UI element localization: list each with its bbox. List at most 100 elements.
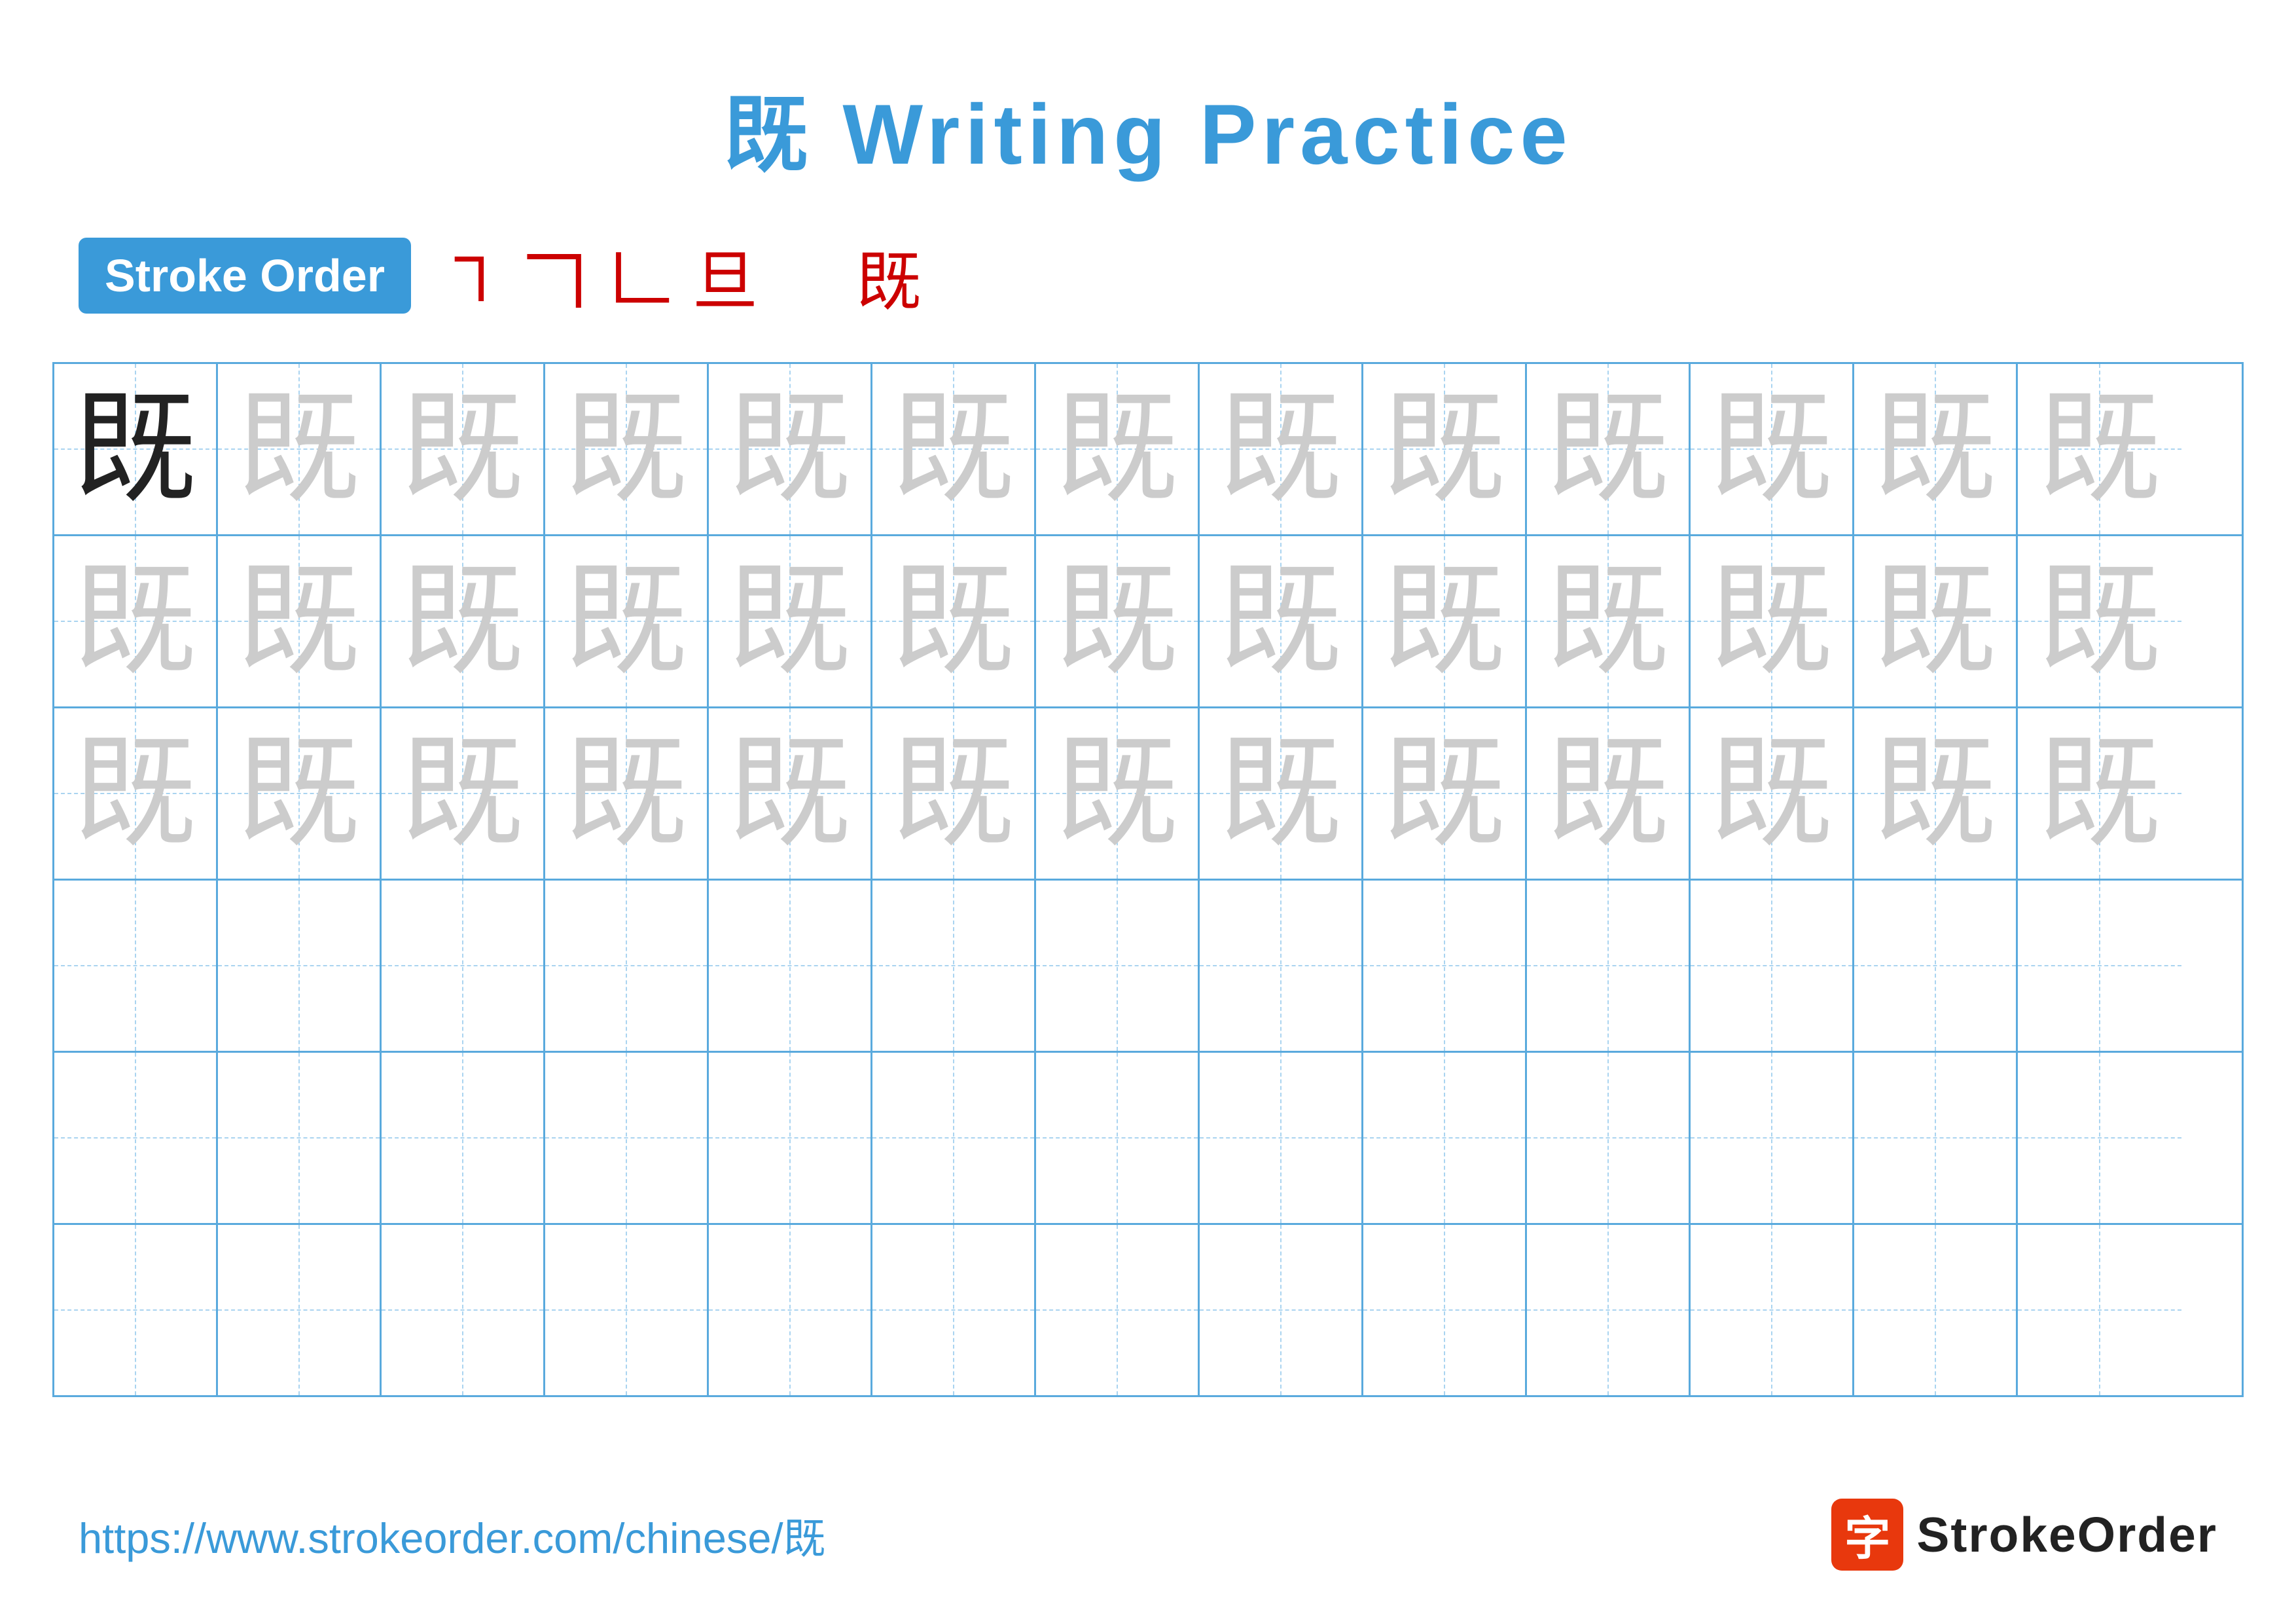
grid-cell-6-1[interactable] <box>54 1225 218 1395</box>
grid-cell-1-12[interactable]: 既 <box>1854 364 2018 534</box>
grid-cell-1-13[interactable]: 既 <box>2018 364 2181 534</box>
grid-cell-1-10[interactable]: 既 <box>1527 364 1691 534</box>
grid-cell-4-11[interactable] <box>1691 881 1854 1051</box>
grid-cell-2-6[interactable]: 既 <box>872 536 1036 706</box>
grid-row-4 <box>54 881 2242 1053</box>
logo-text: StrokeOrder <box>1916 1506 2217 1563</box>
grid-cell-2-9[interactable]: 既 <box>1363 536 1527 706</box>
stroke-4: 旦 <box>692 228 758 323</box>
grid-cell-4-10[interactable] <box>1527 881 1691 1051</box>
grid-cell-1-4[interactable]: 既 <box>545 364 709 534</box>
grid-cell-6-10[interactable] <box>1527 1225 1691 1395</box>
grid-cell-5-5[interactable] <box>709 1053 872 1223</box>
char-dark: 既 <box>73 387 197 511</box>
grid-cell-3-7[interactable]: 既 <box>1036 708 1200 879</box>
footer: https://www.strokeorder.com/chinese/既 字 … <box>79 1499 2217 1571</box>
grid-row-2: 既 既 既 既 既 既 既 既 既 既 既 既 既 <box>54 536 2242 708</box>
logo-icon: 字 <box>1831 1499 1903 1571</box>
grid-cell-5-7[interactable] <box>1036 1053 1200 1223</box>
grid-cell-2-13[interactable]: 既 <box>2018 536 2181 706</box>
grid-cell-6-5[interactable] <box>709 1225 872 1395</box>
grid-cell-1-11[interactable]: 既 <box>1691 364 1854 534</box>
stroke-2: 𠃍 <box>522 228 588 323</box>
grid-cell-1-3[interactable]: 既 <box>382 364 545 534</box>
grid-cell-3-11[interactable]: 既 <box>1691 708 1854 879</box>
grid-cell-3-4[interactable]: 既 <box>545 708 709 879</box>
grid-cell-5-11[interactable] <box>1691 1053 1854 1223</box>
grid-cell-6-6[interactable] <box>872 1225 1036 1395</box>
grid-cell-3-12[interactable]: 既 <box>1854 708 2018 879</box>
grid-cell-2-7[interactable]: 既 <box>1036 536 1200 706</box>
grid-cell-3-5[interactable]: 既 <box>709 708 872 879</box>
grid-cell-3-9[interactable]: 既 <box>1363 708 1527 879</box>
grid-cell-2-1[interactable]: 既 <box>54 536 218 706</box>
grid-cell-3-3[interactable]: 既 <box>382 708 545 879</box>
grid-cell-6-3[interactable] <box>382 1225 545 1395</box>
grid-cell-4-4[interactable] <box>545 881 709 1051</box>
footer-url[interactable]: https://www.strokeorder.com/chinese/既 <box>79 1504 826 1565</box>
grid-cell-2-12[interactable]: 既 <box>1854 536 2018 706</box>
grid-cell-6-2[interactable] <box>218 1225 382 1395</box>
grid-cell-4-1[interactable] <box>54 881 218 1051</box>
grid-row-6 <box>54 1225 2242 1395</box>
grid-cell-1-2[interactable]: 既 <box>218 364 382 534</box>
practice-grid: 既 既 既 既 既 既 既 既 既 既 既 既 既 既 既 既 既 既 既 既 … <box>52 362 2244 1397</box>
grid-cell-6-9[interactable] <box>1363 1225 1527 1395</box>
grid-cell-3-2[interactable]: 既 <box>218 708 382 879</box>
grid-cell-3-13[interactable]: 既 <box>2018 708 2181 879</box>
stroke-order-row: Stroke Order ㇕ 𠃍 𠃊 旦 𣆈 𣆉 𣆊 𣆋 既 <box>0 189 2296 349</box>
grid-cell-2-8[interactable]: 既 <box>1200 536 1363 706</box>
grid-cell-3-8[interactable]: 既 <box>1200 708 1363 879</box>
page-title: 既 Writing Practice <box>0 0 2296 189</box>
grid-row-1: 既 既 既 既 既 既 既 既 既 既 既 既 既 <box>54 364 2242 536</box>
grid-cell-1-7[interactable]: 既 <box>1036 364 1200 534</box>
grid-cell-2-11[interactable]: 既 <box>1691 536 1854 706</box>
grid-row-3: 既 既 既 既 既 既 既 既 既 既 既 既 既 <box>54 708 2242 881</box>
grid-cell-4-3[interactable] <box>382 881 545 1051</box>
grid-cell-2-10[interactable]: 既 <box>1527 536 1691 706</box>
grid-cell-5-13[interactable] <box>2018 1053 2181 1223</box>
grid-cell-5-3[interactable] <box>382 1053 545 1223</box>
stroke-chars: ㇕ 𠃍 𠃊 旦 𣆈 𣆉 𣆊 𣆋 既 <box>437 228 922 323</box>
grid-cell-5-1[interactable] <box>54 1053 218 1223</box>
grid-cell-6-7[interactable] <box>1036 1225 1200 1395</box>
grid-cell-2-3[interactable]: 既 <box>382 536 545 706</box>
grid-cell-5-2[interactable] <box>218 1053 382 1223</box>
grid-cell-3-1[interactable]: 既 <box>54 708 218 879</box>
footer-logo: 字 StrokeOrder <box>1831 1499 2217 1571</box>
grid-cell-2-4[interactable]: 既 <box>545 536 709 706</box>
grid-cell-6-12[interactable] <box>1854 1225 2018 1395</box>
grid-cell-6-11[interactable] <box>1691 1225 1854 1395</box>
stroke-9: 既 <box>856 228 922 323</box>
grid-cell-1-1[interactable]: 既 <box>54 364 218 534</box>
stroke-1: ㇕ <box>437 228 503 323</box>
stroke-3: 𠃊 <box>607 228 673 323</box>
grid-cell-4-13[interactable] <box>2018 881 2181 1051</box>
grid-cell-1-6[interactable]: 既 <box>872 364 1036 534</box>
grid-cell-5-8[interactable] <box>1200 1053 1363 1223</box>
grid-cell-5-9[interactable] <box>1363 1053 1527 1223</box>
grid-cell-1-5[interactable]: 既 <box>709 364 872 534</box>
grid-cell-3-6[interactable]: 既 <box>872 708 1036 879</box>
grid-cell-4-5[interactable] <box>709 881 872 1051</box>
grid-cell-4-2[interactable] <box>218 881 382 1051</box>
grid-cell-1-9[interactable]: 既 <box>1363 364 1527 534</box>
grid-cell-6-8[interactable] <box>1200 1225 1363 1395</box>
grid-row-5 <box>54 1053 2242 1225</box>
grid-cell-4-8[interactable] <box>1200 881 1363 1051</box>
grid-cell-4-7[interactable] <box>1036 881 1200 1051</box>
grid-cell-4-6[interactable] <box>872 881 1036 1051</box>
grid-cell-5-6[interactable] <box>872 1053 1036 1223</box>
grid-cell-6-4[interactable] <box>545 1225 709 1395</box>
grid-cell-5-4[interactable] <box>545 1053 709 1223</box>
grid-cell-3-10[interactable]: 既 <box>1527 708 1691 879</box>
grid-cell-5-12[interactable] <box>1854 1053 2018 1223</box>
grid-cell-6-13[interactable] <box>2018 1225 2181 1395</box>
grid-cell-4-12[interactable] <box>1854 881 2018 1051</box>
grid-cell-2-2[interactable]: 既 <box>218 536 382 706</box>
stroke-order-badge: Stroke Order <box>79 238 411 314</box>
grid-cell-2-5[interactable]: 既 <box>709 536 872 706</box>
grid-cell-5-10[interactable] <box>1527 1053 1691 1223</box>
grid-cell-1-8[interactable]: 既 <box>1200 364 1363 534</box>
grid-cell-4-9[interactable] <box>1363 881 1527 1051</box>
